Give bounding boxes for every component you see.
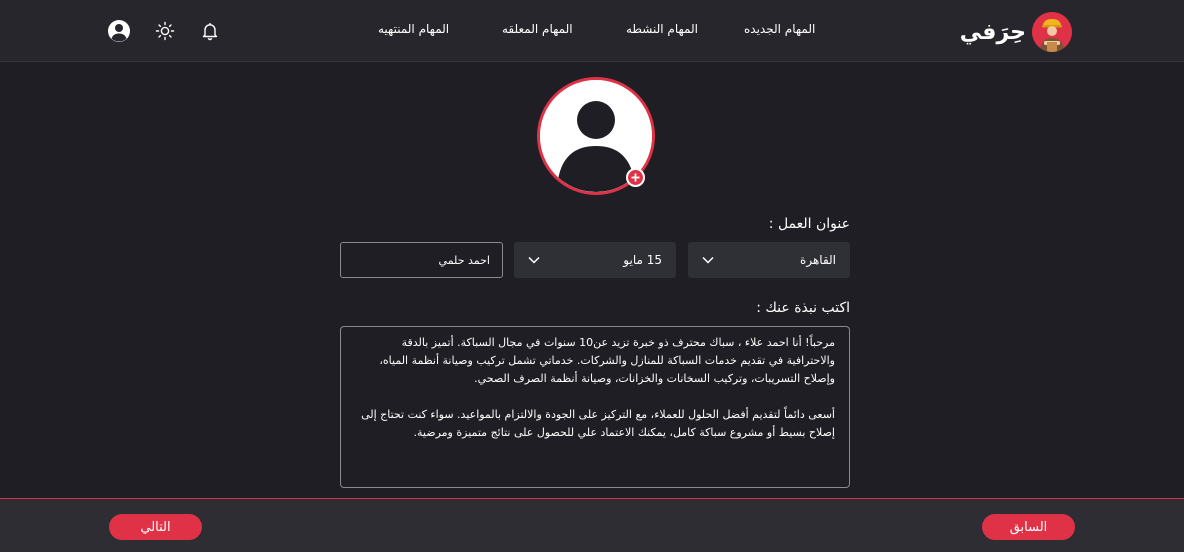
chevron-down-icon — [702, 256, 714, 264]
work-address-label: عنوان العمل : — [768, 216, 850, 232]
brand[interactable]: حِرَفي — [960, 12, 1072, 52]
brand-name: حِرَفي — [959, 19, 1026, 45]
bio-label: اكتب نبذة عنك : — [756, 300, 850, 316]
next-button[interactable]: التالي — [109, 514, 202, 540]
bio-paragraph: أسعى دائماً لتقديم أفضل الحلول للعملاء، … — [361, 408, 835, 439]
profile-icon[interactable] — [107, 19, 131, 43]
previous-button[interactable]: السابق — [982, 514, 1075, 540]
nav-new-tasks[interactable]: المهام الجديده — [744, 22, 815, 36]
bio-textarea[interactable]: مرحباً! أنا احمد علاء ، سباك محترف ذو خب… — [340, 326, 850, 488]
district-value: 15 مايو — [623, 253, 662, 267]
top-navbar: المهام المنتهيه المهام المعلقه المهام ال… — [0, 0, 1184, 62]
nav-finished-tasks[interactable]: المهام المنتهيه — [378, 22, 449, 36]
bell-icon[interactable] — [198, 19, 222, 43]
district-select[interactable]: 15 مايو — [514, 242, 676, 278]
brand-logo — [1032, 12, 1072, 52]
plus-icon — [631, 173, 640, 182]
footer-bar: التالي السابق — [0, 498, 1184, 552]
sun-icon[interactable] — [153, 19, 177, 43]
nav-pending-tasks[interactable]: المهام المعلقه — [502, 22, 573, 36]
name-input[interactable] — [340, 242, 503, 278]
city-select[interactable]: القاهرة — [688, 242, 850, 278]
chevron-down-icon — [528, 256, 540, 264]
page: المهام المنتهيه المهام المعلقه المهام ال… — [0, 0, 1184, 552]
add-photo-button[interactable] — [626, 168, 645, 187]
city-value: القاهرة — [800, 253, 836, 267]
bio-paragraph: مرحباً! أنا احمد علاء ، سباك محترف ذو خب… — [379, 336, 835, 385]
nav-active-tasks[interactable]: المهام النشطه — [626, 22, 698, 36]
